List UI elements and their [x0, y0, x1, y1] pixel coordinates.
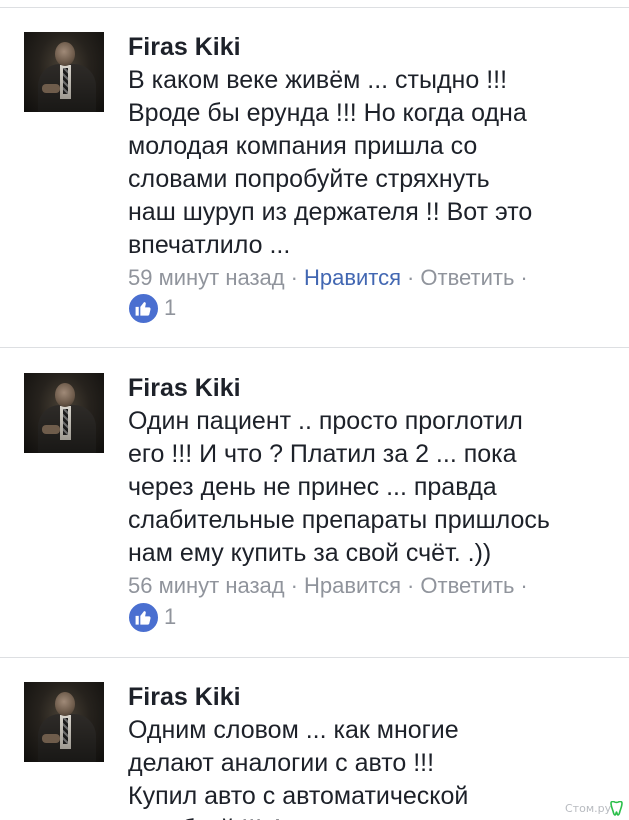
- comment-author[interactable]: Firas Kiki: [128, 373, 241, 403]
- comment-text: В каком веке живём ... стыдно !!! Вроде …: [128, 66, 533, 259]
- thumbs-up-icon: [128, 602, 159, 633]
- reply-link[interactable]: Ответить: [420, 265, 514, 290]
- comment-author[interactable]: Firas Kiki: [128, 32, 241, 62]
- comment-item: Firas Kiki В каком веке живём ... стыдно…: [0, 32, 629, 342]
- author-avatar[interactable]: [24, 373, 104, 453]
- meta-separator: ·: [520, 573, 528, 598]
- reaction-count: 1: [164, 604, 177, 629]
- reaction-count: 1: [164, 295, 177, 320]
- meta-separator: ·: [290, 573, 298, 598]
- like-link[interactable]: Нравится: [304, 265, 401, 290]
- meta-separator: ·: [407, 573, 415, 598]
- author-avatar[interactable]: [24, 682, 104, 762]
- author-avatar[interactable]: [24, 32, 104, 112]
- meta-separator: ·: [407, 265, 415, 290]
- watermark: Стом.ру: [565, 802, 612, 815]
- tooth-icon: [610, 801, 623, 816]
- comment-divider: [0, 657, 629, 658]
- comment-item: Firas Kiki Одним словом ... как многие д…: [0, 682, 629, 820]
- meta-separator: ·: [290, 265, 298, 290]
- comment-divider: [0, 347, 629, 348]
- comment-item: Firas Kiki Один пациент .. просто прогло…: [0, 373, 629, 643]
- meta-separator: ·: [520, 265, 528, 290]
- comment-actions: 56 минут назад · Нравится · Ответить ·: [128, 572, 534, 600]
- comment-text: Одним словом ... как многие делают анало…: [128, 716, 479, 820]
- comment-timestamp[interactable]: 59 минут назад: [128, 265, 285, 290]
- thumbs-up-icon: [128, 293, 159, 324]
- comment-actions: 59 минут назад · Нравится · Ответить ·: [128, 264, 534, 292]
- comment-timestamp[interactable]: 56 минут назад: [128, 573, 285, 598]
- top-divider: [0, 7, 629, 8]
- comment-author[interactable]: Firas Kiki: [128, 682, 241, 712]
- comment-text: Один пациент .. просто проглотил его !!!…: [128, 407, 550, 567]
- reply-link[interactable]: Ответить: [420, 573, 514, 598]
- like-link[interactable]: Нравится: [304, 573, 401, 598]
